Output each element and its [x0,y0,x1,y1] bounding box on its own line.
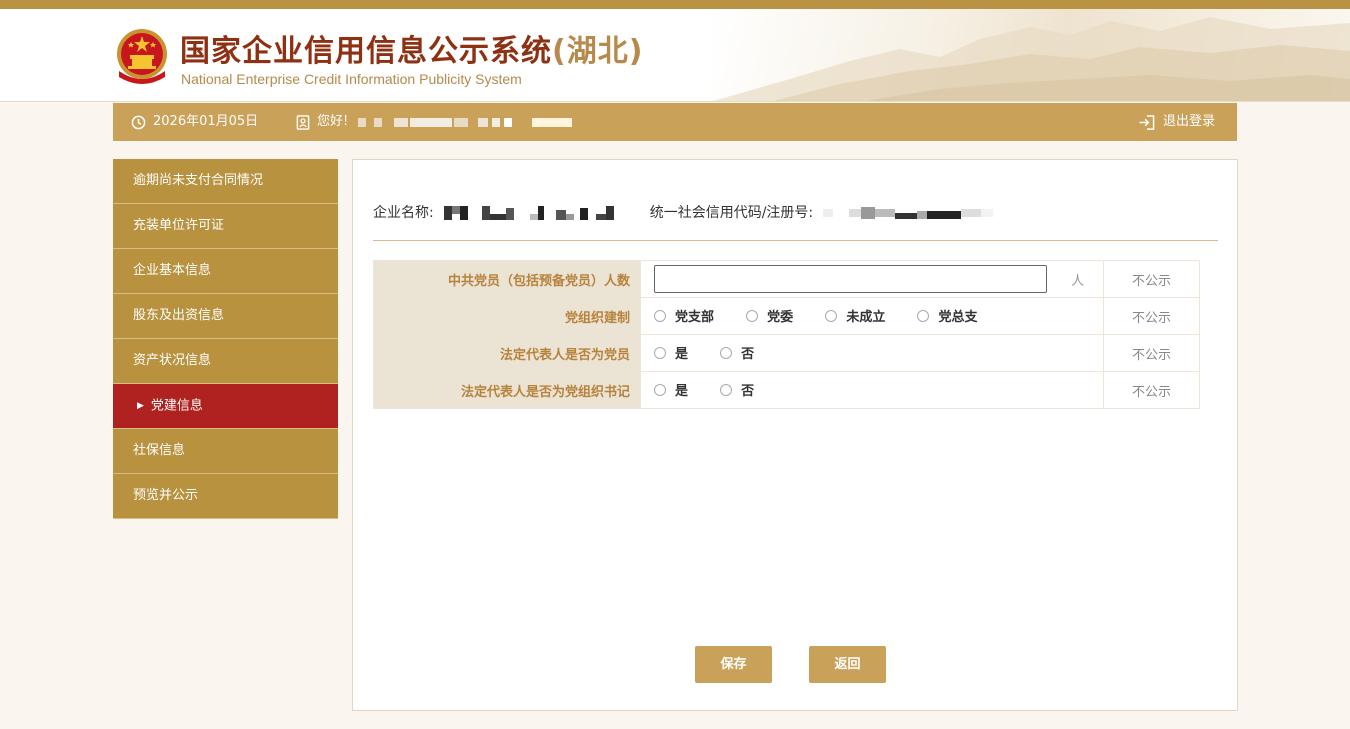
site-title-en: National Enterprise Credit Information P… [181,71,522,87]
greeting-text: 您好! [317,114,349,129]
mountain-banner [710,9,1350,101]
radio-circle-icon [720,383,733,396]
radio-circle-icon [720,346,733,359]
logout-label: 退出登录 [1163,114,1216,129]
logout-link[interactable]: 退出登录 [1138,103,1215,141]
current-date: 2026年01月05日 [153,114,259,129]
radio-circle-icon [654,309,666,322]
radio-circle-icon [746,309,759,322]
save-button[interactable]: 保存 [695,646,772,683]
sidebar-item-social-security[interactable]: 社保信息 [113,429,338,474]
legal-rep-secretary-label: 法定代表人是否为党组织书记 [373,371,641,409]
back-button[interactable]: 返回 [809,646,886,683]
logout-icon [1139,114,1155,130]
redacted-username [354,117,573,127]
sidebar-item-shareholders[interactable]: 股东及出资信息 [113,294,338,339]
publicity-status: 不公示 [1103,334,1200,372]
form-row-legal-rep-secretary: 法定代表人是否为党组织书记 是 否 不公示 [373,371,1200,409]
publicity-status: 不公示 [1103,260,1200,298]
party-members-count-input[interactable] [654,265,1047,293]
radio-label: 未成立 [846,310,886,326]
radio-no[interactable]: 否 [720,380,754,399]
publicity-status: 不公示 [1103,297,1200,335]
radio-circle-icon [654,346,666,359]
form-row-legal-rep-member: 法定代表人是否为党员 是 否 不公示 [373,334,1200,372]
sidebar-item-party-building[interactable]: ▶ 党建信息 [113,384,338,429]
user-card-icon [296,114,310,130]
radio-party-committee[interactable]: 党委 [746,306,793,325]
sidebar-item-label: 企业基本信息 [133,263,212,278]
sidebar-item-label: 社保信息 [133,443,186,458]
top-strip [0,0,1350,9]
sidebar-item-preview-publish[interactable]: 预览并公示 [113,474,338,519]
radio-party-branch[interactable]: 党支部 [654,306,714,325]
radio-not-established[interactable]: 未成立 [825,306,885,325]
form-row-party-members: 中共党员（包括预备党员）人数 人 不公示 [373,260,1200,298]
credit-code-label: 统一社会信用代码/注册号: [649,205,814,221]
publicity-status: 不公示 [1103,371,1200,409]
site-title-main: 国家企业信用信息公示系统 [180,34,552,69]
radio-circle-icon [917,309,930,322]
date-display: 2026年01月05日 [131,103,258,141]
site-title-province: (湖北) [552,34,644,69]
redacted-company-name [443,206,614,220]
sidebar-item-label: 预览并公示 [133,488,199,503]
unit-label: 人 [1071,273,1085,289]
sidebar-item-filling-license[interactable]: 充装单位许可证 [113,204,338,249]
radio-no[interactable]: 否 [720,343,754,362]
radio-label: 党支部 [675,310,715,326]
radio-label: 党总支 [938,310,978,326]
user-greeting: 您好! [296,103,573,141]
radio-label: 党委 [767,310,794,326]
main-panel: 企业名称: 统一社会信用代码/注册号: 中共党员（包括预备党员）人数 人 不公示 [352,159,1238,711]
form-row-org-structure: 党组织建制 党支部 党委 未成立 党总支 不公示 [373,297,1200,335]
sidebar-item-label: 党建信息 [150,398,203,414]
sidebar-item-label: 逾期尚未支付合同情况 [133,173,264,188]
national-emblem-icon [117,29,167,84]
site-header: 国家企业信用信息公示系统(湖北) National Enterprise Cre… [0,9,1350,102]
sidebar-item-overdue-contracts[interactable]: 逾期尚未支付合同情况 [113,159,338,204]
org-structure-label: 党组织建制 [373,297,641,335]
radio-circle-icon [654,383,666,396]
sidebar-nav: 逾期尚未支付合同情况 充装单位许可证 企业基本信息 股东及出资信息 资产状况信息… [113,159,338,519]
radio-label: 是 [675,384,689,400]
radio-label: 否 [741,347,755,363]
legal-rep-member-label: 法定代表人是否为党员 [373,334,641,372]
info-bar: 2026年01月05日 您好! 退出登录 [113,103,1237,141]
radio-yes[interactable]: 是 [654,343,688,362]
sidebar-item-assets[interactable]: 资产状况信息 [113,339,338,384]
redacted-credit-code [823,207,994,219]
sidebar-item-label: 充装单位许可证 [133,218,225,233]
sidebar-item-basic-info[interactable]: 企业基本信息 [113,249,338,294]
radio-label: 是 [675,347,689,363]
sidebar-item-label: 股东及出资信息 [133,308,225,323]
radio-yes[interactable]: 是 [654,380,688,399]
site-title: 国家企业信用信息公示系统(湖北) [180,35,643,69]
party-building-form: 中共党员（包括预备党员）人数 人 不公示 党组织建制 党支部 党委 未成立 党总… [373,260,1200,409]
radio-label: 否 [741,384,755,400]
clock-icon [131,115,146,129]
radio-general-branch[interactable]: 党总支 [917,306,977,325]
sidebar-item-label: 资产状况信息 [133,353,212,368]
triangle-right-icon: ▶ [137,401,144,411]
party-members-label: 中共党员（包括预备党员）人数 [373,260,641,298]
radio-circle-icon [825,309,838,322]
company-info-row: 企业名称: 统一社会信用代码/注册号: [373,202,998,222]
divider [373,240,1218,241]
company-name-label: 企业名称: [373,205,434,221]
